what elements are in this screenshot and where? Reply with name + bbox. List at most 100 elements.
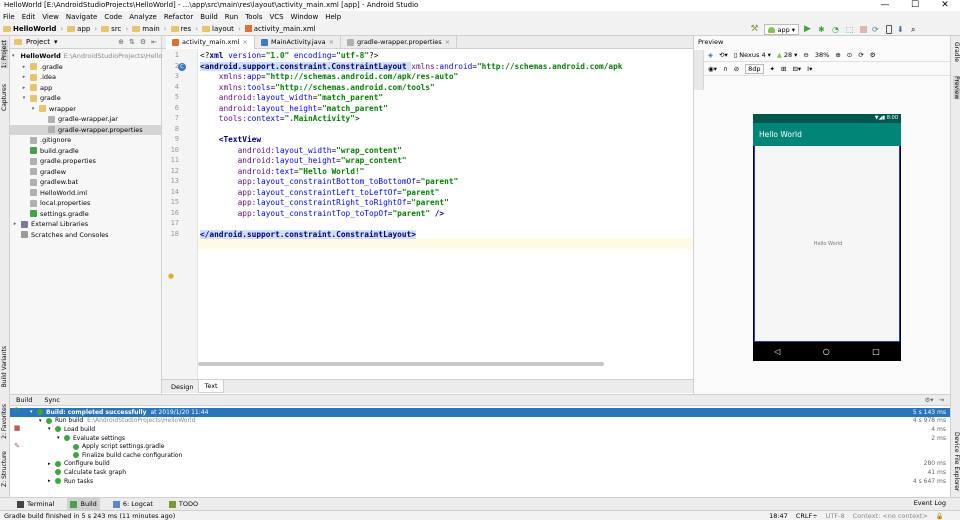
tree-arrow-icon[interactable]: ▸ — [21, 85, 27, 91]
run-icon[interactable]: ▶ — [804, 25, 813, 34]
tab-design[interactable]: Design — [166, 380, 198, 393]
tree-item[interactable]: ▾ gradle — [10, 93, 161, 104]
collapse-icon[interactable]: ⇅ — [129, 38, 135, 46]
device-file-explorer-tool-tab[interactable]: Device File Explorer — [953, 432, 960, 491]
tree-arrow-icon[interactable]: ▾ — [12, 53, 15, 59]
menu-item-tools[interactable]: Tools — [245, 13, 262, 21]
tree-item[interactable]: build.gradle — [10, 146, 161, 157]
device-select[interactable]: ▯ Nexus 4 ▾ — [734, 51, 771, 59]
menu-item-help[interactable]: Help — [325, 13, 341, 21]
captures-tool-tab[interactable]: Captures — [1, 84, 8, 111]
tree-item[interactable]: ▸ .gradle — [10, 62, 161, 73]
menu-item-code[interactable]: Code — [104, 13, 122, 21]
margin-label[interactable]: 8dp — [745, 63, 764, 74]
menu-item-vcs[interactable]: VCS — [269, 13, 283, 21]
menu-item-refactor[interactable]: Refactor — [164, 13, 193, 21]
editor-tab[interactable]: activity_main.xml × — [166, 35, 255, 49]
tree-item[interactable]: Scratches and Consoles — [10, 230, 161, 241]
menu-item-view[interactable]: View — [42, 13, 59, 21]
file-encoding[interactable]: UTF-8 — [826, 512, 845, 520]
bottom-tab-build[interactable]: Build — [67, 498, 100, 510]
hammer-icon[interactable]: ⚒ — [750, 25, 759, 34]
tree-arrow-icon[interactable]: ▸ — [21, 64, 27, 70]
build-tree-row[interactable]: ▸ Run tasks 4 s 647 ms — [10, 477, 950, 486]
close-icon[interactable]: × — [243, 38, 248, 46]
build-tree-row[interactable]: ▾ Load build 4 ms — [10, 425, 950, 434]
tree-arrow-icon[interactable]: ▾ — [30, 409, 37, 415]
breadcrumb-item[interactable]: app — [67, 25, 90, 33]
zoom-in-icon[interactable]: ⊕ — [835, 51, 840, 59]
build-tree-row[interactable]: ▾ Run build E:\AndroidStudioProjects\Hello… — [10, 417, 950, 426]
menu-item-run[interactable]: Run — [225, 13, 238, 21]
menu-item-analyze[interactable]: Analyze — [129, 13, 157, 21]
menu-item-edit[interactable]: Edit — [22, 13, 36, 21]
bottom-tab-todo[interactable]: TODO — [166, 498, 201, 510]
favorites-tool-tab[interactable]: 2: Favorites — [1, 404, 8, 439]
api-select[interactable]: ▲ 28 ▾ — [777, 51, 798, 59]
rerun-icon[interactable]: ⟳ — [14, 406, 20, 414]
avd-manager-icon[interactable] — [886, 25, 892, 34]
horizontal-scrollbar[interactable] — [198, 362, 604, 366]
layers-icon[interactable]: ◈ — [708, 51, 713, 59]
caret-position[interactable]: 18:47 — [769, 512, 788, 520]
infer-constraints-icon[interactable]: ✦ — [770, 65, 775, 73]
build-tree-row[interactable]: Calculate task graph 41 ms — [10, 468, 950, 477]
close-icon[interactable]: × — [445, 38, 450, 46]
gear-icon[interactable]: ⚙ — [870, 51, 876, 59]
sync-icon[interactable]: ⟳ — [872, 25, 881, 34]
line-separator[interactable]: CRLF÷ — [796, 512, 818, 520]
tree-item[interactable]: gradlew.bat — [10, 177, 161, 188]
zoom-out-icon[interactable]: ⊖ — [803, 51, 808, 59]
hide-icon[interactable]: ⇥ — [939, 396, 944, 404]
guidelines-icon[interactable]: Ι▾ — [807, 65, 812, 73]
build-tree-row[interactable]: Finalize build cache configuration — [10, 451, 950, 460]
menu-item-file[interactable]: File — [3, 13, 15, 21]
build-tree-row[interactable]: ▾ Build: completed successfully at 2019/1/… — [10, 408, 950, 417]
tree-item[interactable]: settings.gradle — [10, 209, 161, 220]
preview-tool-tab[interactable]: Preview — [953, 76, 960, 100]
maximize-button[interactable]: ☐ — [900, 0, 930, 11]
minimize-button[interactable]: — — [870, 0, 900, 11]
gear-icon[interactable]: ⚙ — [140, 38, 146, 46]
breadcrumb-item[interactable]: res — [170, 25, 191, 33]
context-indicator[interactable]: Context: <no context> — [853, 512, 928, 520]
tree-item[interactable]: HelloWorld.iml — [10, 188, 161, 199]
menu-item-navigate[interactable]: Navigate — [66, 13, 97, 21]
tree-item[interactable]: ▾ HelloWorld E:\AndroidStudioProjects\Hell… — [10, 51, 181, 62]
class-marker-icon[interactable]: C — [178, 63, 186, 71]
clear-constraints-icon[interactable]: ⊘ — [734, 65, 739, 73]
build-tab[interactable]: Build — [16, 396, 32, 404]
build-tree-row[interactable]: Apply script settings.gradle — [10, 442, 950, 451]
project-view-select[interactable]: Project — [26, 38, 50, 46]
chevron-down-icon[interactable]: ▾ — [54, 38, 58, 46]
tree-item[interactable]: gradle-wrapper.properties — [10, 124, 161, 135]
event-log-tab[interactable]: Event Log — [914, 499, 946, 507]
search-icon[interactable]: ⌕ — [911, 25, 920, 34]
tree-item[interactable]: gradle-wrapper.jar — [10, 114, 161, 125]
tree-item[interactable]: ▸ app — [10, 83, 161, 94]
tree-item[interactable]: .gitignore — [10, 135, 161, 146]
build-tree-row[interactable]: ▸ Configure build 280 ms — [10, 460, 950, 469]
close-icon[interactable]: × — [329, 38, 334, 46]
sdk-manager-icon[interactable]: ⬇ — [897, 25, 906, 34]
attach-debugger-icon[interactable]: ⬚ — [846, 25, 855, 34]
tree-item[interactable]: ▸ External Libraries — [10, 219, 161, 230]
tree-item[interactable]: gradlew — [10, 167, 161, 178]
tree-arrow-icon[interactable]: ▾ — [57, 435, 64, 441]
editor-tab[interactable]: MainActivity.java × — [255, 35, 342, 49]
sync-tab[interactable]: Sync — [44, 396, 60, 404]
tree-item[interactable]: ▾ wrapper — [10, 104, 161, 115]
lightbulb-icon[interactable]: ● — [168, 272, 174, 280]
breadcrumb-item[interactable]: HelloWorld — [3, 25, 56, 33]
tree-arrow-icon[interactable]: ▸ — [48, 478, 55, 484]
project-tool-tab[interactable]: 1: Project — [1, 40, 8, 69]
pin-icon[interactable]: ✎ — [14, 442, 20, 450]
magnet-icon[interactable]: ∩ — [723, 65, 728, 73]
gradle-tool-tab[interactable]: Gradle — [953, 42, 960, 62]
lock-icon[interactable]: 🔒 — [936, 512, 944, 520]
editor-tab[interactable]: gradle-wrapper.properties × — [341, 35, 458, 49]
tree-item[interactable]: ▸ .idea — [10, 72, 161, 83]
tree-item[interactable]: gradle.properties — [10, 156, 161, 167]
zoom-fit-icon[interactable]: ⊙ — [847, 51, 852, 59]
debug-icon[interactable]: ✱ — [818, 25, 827, 34]
